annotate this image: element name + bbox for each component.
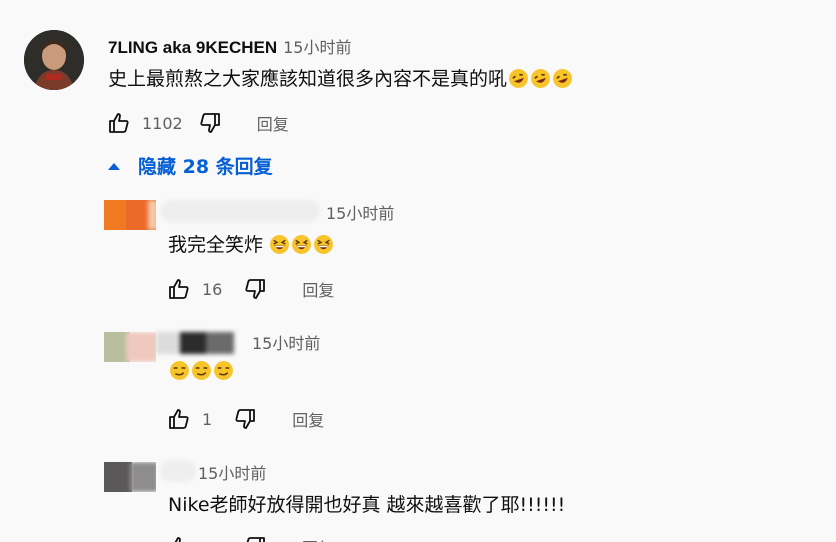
caret-up-icon <box>108 162 120 170</box>
reply-button[interactable]: 回复 <box>292 407 324 431</box>
redacted-username <box>156 332 236 354</box>
like-count: 1102 <box>142 113 183 133</box>
reply-actions: 1 回复 <box>164 404 324 434</box>
rofl-emoji-icon <box>531 69 550 88</box>
reply-text: Nike老師好放得開也好真 越來越喜歡了耶!!!!!! <box>168 490 565 517</box>
redacted-username <box>160 200 320 222</box>
reply-avatar[interactable] <box>104 332 156 362</box>
like-count: 1 <box>202 409 213 429</box>
reply-button[interactable]: 回复 <box>302 535 334 542</box>
reply-text: 我完全笑炸 <box>168 230 334 257</box>
comments-section: 7LING aka 9KECHEN 15小时前 史上最煎熬之大家應該知道很多內容… <box>0 0 836 542</box>
reply-timestamp[interactable]: 15小时前 <box>326 200 394 224</box>
reply-timestamp[interactable]: 15小时前 <box>198 460 266 484</box>
comment-author[interactable]: 7LING aka 9KECHEN <box>108 38 277 58</box>
thumbs-down-icon <box>235 409 256 429</box>
reply-timestamp[interactable]: 15小时前 <box>252 330 320 354</box>
reply-text-body: Nike老師好放得開也好真 越來越喜歡了耶!!!!!! <box>168 494 566 516</box>
commenter-avatar[interactable] <box>24 30 84 90</box>
thumbs-down-icon <box>200 113 220 133</box>
smirk-emoji-icon <box>214 361 233 380</box>
rofl-emoji-icon <box>509 69 528 88</box>
reply-actions: 回复 <box>164 532 334 542</box>
smirk-emoji-icon <box>192 361 211 380</box>
smirk-emoji-icon <box>170 361 189 380</box>
like-button[interactable] <box>164 274 194 304</box>
reply-text <box>168 360 234 382</box>
thumbs-up-icon <box>169 279 189 299</box>
reply-header: 15小时前 <box>198 460 266 484</box>
rofl-emoji-icon <box>553 69 572 88</box>
reply-avatar[interactable] <box>104 200 156 230</box>
reply-avatar[interactable] <box>104 462 156 492</box>
comment-text-body: 史上最煎熬之大家應該知道很多內容不是真的吼 <box>108 68 508 90</box>
comment-header: 7LING aka 9KECHEN 15小时前 <box>108 34 352 58</box>
reply-header: 15小时前 <box>326 200 394 224</box>
grinning-squint-emoji-icon <box>292 235 311 254</box>
reply-text-body: 我完全笑炸 <box>168 234 264 256</box>
dislike-button[interactable] <box>230 404 260 434</box>
dislike-button[interactable] <box>240 532 270 542</box>
thumbs-down-icon <box>245 279 266 299</box>
thumbs-up-icon <box>169 409 189 429</box>
thumbs-down-icon <box>246 537 265 542</box>
dislike-button[interactable] <box>240 274 270 304</box>
like-button[interactable] <box>164 404 194 434</box>
comment-actions: 1102 回复 <box>104 108 289 138</box>
like-count: 16 <box>202 279 223 299</box>
reply-header: 15小时前 <box>252 330 320 354</box>
reply-button[interactable]: 回复 <box>302 277 334 301</box>
hide-replies-toggle[interactable]: 隐藏 28 条回复 <box>104 152 273 179</box>
redacted-username <box>160 460 196 482</box>
grinning-squint-emoji-icon <box>314 235 333 254</box>
comment-timestamp[interactable]: 15小时前 <box>283 34 351 58</box>
thumbs-up-icon <box>109 113 129 133</box>
thumbs-up-icon <box>174 537 181 542</box>
dislike-button[interactable] <box>195 108 225 138</box>
reply-actions: 16 回复 <box>164 274 334 304</box>
comment-text: 史上最煎熬之大家應該知道很多內容不是真的吼 <box>108 64 573 91</box>
like-button[interactable] <box>104 108 134 138</box>
hide-replies-label: 隐藏 28 条回复 <box>138 156 273 178</box>
reply-button[interactable]: 回复 <box>257 111 289 135</box>
grinning-squint-emoji-icon <box>270 235 289 254</box>
like-button[interactable] <box>164 532 194 542</box>
